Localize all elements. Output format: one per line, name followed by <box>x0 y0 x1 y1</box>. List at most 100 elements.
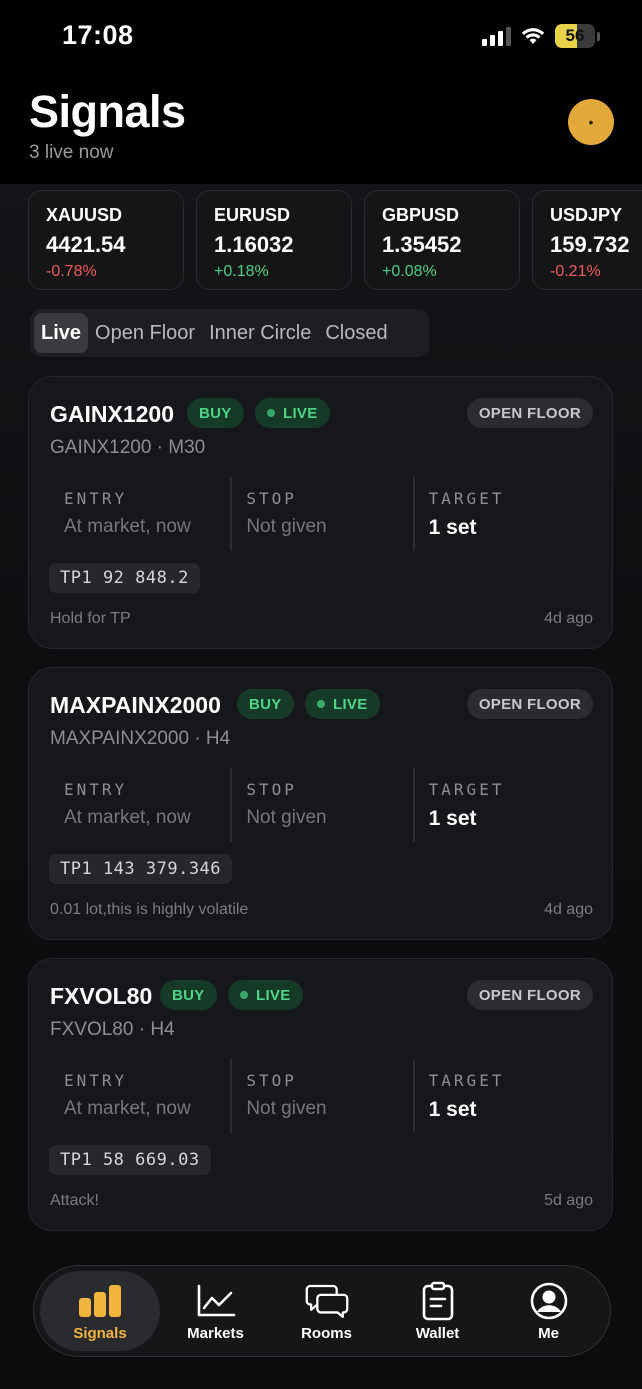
nav-label: Wallet <box>415 1324 460 1342</box>
signal-card[interactable]: FXVOL80 BUY LIVE OPEN FLOOR FXVOL80 · H4… <box>28 958 613 1231</box>
live-badge: LIVE <box>228 980 303 1010</box>
battery-tip <box>597 31 600 41</box>
take-profit-chip: TP1 58 669.03 <box>49 1145 211 1175</box>
profile-avatar-icon[interactable]: • <box>568 99 614 145</box>
bottom-tab-bar: Signals Markets Rooms Wallet Me <box>33 1265 611 1357</box>
battery-icon: 56 <box>555 24 595 48</box>
cellular-signal-icon <box>482 26 511 46</box>
tab-open-floor[interactable]: Open Floor <box>88 313 202 353</box>
target-label: TARGET <box>428 489 505 508</box>
stop-value: Not given <box>246 1098 327 1119</box>
signal-age: 5d ago <box>544 1192 593 1209</box>
signal-stats: ENTRY At market, now STOP Not given TARG… <box>50 477 595 551</box>
tab-live[interactable]: Live <box>34 313 89 353</box>
stop-value: Not given <box>246 516 327 537</box>
room-badge: OPEN FLOOR <box>466 398 593 428</box>
tab-closed[interactable]: Closed <box>318 313 394 353</box>
ticker-price: 1.35452 <box>382 232 462 257</box>
battery-level: 56 <box>565 26 585 45</box>
entry-value: At market, now <box>64 516 191 537</box>
bar-chart-icon <box>78 1281 122 1321</box>
stop-label: STOP <box>246 780 297 799</box>
nav-label: Rooms <box>301 1324 352 1342</box>
stop-stat: STOP Not given <box>230 1059 412 1133</box>
ticker-price: 1.16032 <box>214 232 294 257</box>
status-icons: 56 <box>482 24 600 48</box>
live-badge-label: LIVE <box>333 695 368 713</box>
live-badge: LIVE <box>255 398 330 428</box>
ticker-card-eurusd[interactable]: EURUSD 1.16032 +0.18% <box>196 190 352 290</box>
nav-me[interactable]: Me <box>493 1271 604 1351</box>
chat-bubbles-icon <box>305 1281 349 1321</box>
live-dot-icon <box>240 991 248 999</box>
signal-card[interactable]: MAXPAINX2000 BUY LIVE OPEN FLOOR MAXPAIN… <box>28 667 613 940</box>
target-value: 1 set <box>428 807 477 830</box>
header: Signals 3 live now • <box>0 72 642 184</box>
ticker-symbol: USDJPY <box>550 205 623 225</box>
tab-inner-circle[interactable]: Inner Circle <box>202 313 318 353</box>
side-badge: BUY <box>237 689 294 719</box>
signal-age: 4d ago <box>544 901 593 918</box>
signal-instrument: FXVOL80 · H4 <box>50 1019 175 1040</box>
signal-note: 0.01 lot,this is highly volatile <box>50 901 249 918</box>
status-time: 17:08 <box>62 20 134 50</box>
side-badge: BUY <box>160 980 217 1010</box>
wifi-icon <box>521 28 545 44</box>
nav-markets[interactable]: Markets <box>160 1271 271 1351</box>
entry-value: At market, now <box>64 807 191 828</box>
ticker-symbol: EURUSD <box>214 205 291 225</box>
nav-wallet[interactable]: Wallet <box>382 1271 493 1351</box>
signal-name: GAINX1200 <box>50 401 175 427</box>
entry-stat: ENTRY At market, now <box>50 768 230 842</box>
stop-stat: STOP Not given <box>230 768 412 842</box>
signal-name: FXVOL80 <box>50 983 153 1009</box>
target-value: 1 set <box>428 1098 477 1121</box>
signal-stats: ENTRY At market, now STOP Not given TARG… <box>50 1059 595 1133</box>
live-dot-icon <box>317 700 325 708</box>
room-badge: OPEN FLOOR <box>466 689 593 719</box>
signal-note: Attack! <box>50 1192 99 1209</box>
signal-note: Hold for TP <box>50 610 131 627</box>
signal-card[interactable]: GAINX1200 BUY LIVE OPEN FLOOR GAINX1200 … <box>28 376 613 649</box>
user-circle-icon <box>527 1281 571 1321</box>
ticker-price: 159.732 <box>550 232 630 257</box>
entry-label: ENTRY <box>64 780 128 799</box>
target-label: TARGET <box>428 780 505 799</box>
nav-signals[interactable]: Signals <box>40 1271 160 1351</box>
status-bar: 17:08 56 <box>0 0 642 72</box>
nav-label: Signals <box>73 1324 127 1342</box>
live-count: 3 live now <box>29 142 114 163</box>
signal-name: MAXPAINX2000 <box>50 692 221 718</box>
live-badge-label: LIVE <box>256 986 291 1004</box>
ticker-card-usdjpy[interactable]: USDJPY 159.732 -0.21% <box>532 190 642 290</box>
signal-stats: ENTRY At market, now STOP Not given TARG… <box>50 768 595 842</box>
ticker-strip[interactable]: XAUUSD 4421.54 -0.78% EURUSD 1.16032 +0.… <box>28 190 642 290</box>
entry-stat: ENTRY At market, now <box>50 1059 230 1133</box>
target-label: TARGET <box>428 1071 505 1090</box>
nav-rooms[interactable]: Rooms <box>271 1271 382 1351</box>
entry-stat: ENTRY At market, now <box>50 477 230 551</box>
signal-instrument: GAINX1200 · M30 <box>50 437 206 458</box>
stop-label: STOP <box>246 489 297 508</box>
stop-value: Not given <box>246 807 327 828</box>
room-badge: OPEN FLOOR <box>466 980 593 1010</box>
take-profit-chip: TP1 143 379.346 <box>49 854 233 884</box>
page-title: Signals <box>29 86 186 137</box>
wallet-receipt-icon <box>416 1281 460 1321</box>
nav-label: Me <box>538 1324 559 1342</box>
signal-age: 4d ago <box>544 610 593 627</box>
ticker-card-gbpusd[interactable]: GBPUSD 1.35452 +0.08% <box>364 190 520 290</box>
target-stat: TARGET 1 set <box>412 477 595 551</box>
target-value: 1 set <box>428 516 477 539</box>
live-badge: LIVE <box>305 689 380 719</box>
ticker-price: 4421.54 <box>46 232 126 257</box>
ticker-change: +0.08% <box>382 263 437 280</box>
signal-filter-tabs: Live Open Floor Inner Circle Closed <box>30 309 429 357</box>
ticker-symbol: GBPUSD <box>382 205 460 225</box>
stop-stat: STOP Not given <box>230 477 412 551</box>
side-badge: BUY <box>187 398 244 428</box>
live-badge-label: LIVE <box>283 404 318 422</box>
entry-value: At market, now <box>64 1098 191 1119</box>
nav-label: Markets <box>187 1324 244 1342</box>
ticker-card-xauusd[interactable]: XAUUSD 4421.54 -0.78% <box>28 190 184 290</box>
